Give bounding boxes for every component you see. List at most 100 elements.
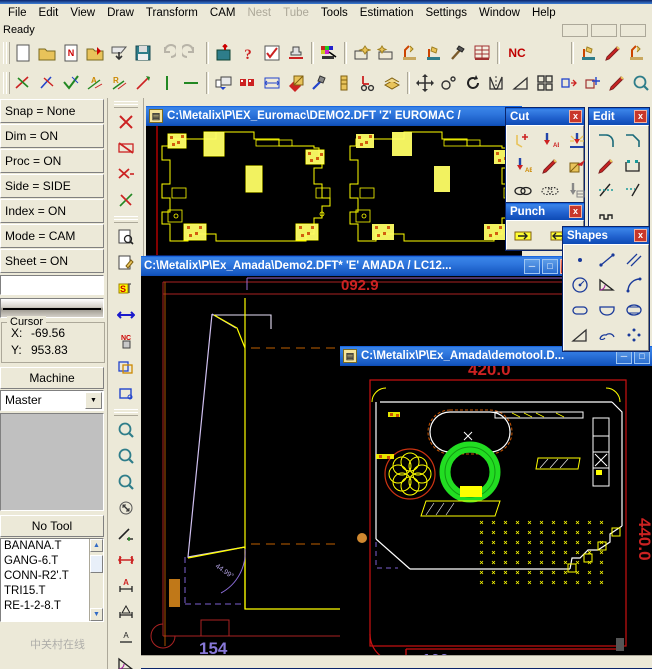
edit-sheet-icon[interactable] <box>113 250 139 276</box>
query-icon[interactable]: ? <box>236 41 260 65</box>
ruler-icon[interactable] <box>332 71 356 95</box>
parallel-lines-icon[interactable] <box>621 248 647 272</box>
open-folder-icon[interactable] <box>35 41 59 65</box>
double-d-icon[interactable] <box>621 298 647 322</box>
menu-item-estimation[interactable]: Estimation <box>354 5 420 22</box>
line-icon[interactable] <box>594 248 620 272</box>
maximize-button[interactable]: □ <box>542 258 558 274</box>
palette-titlebar[interactable]: Punch x <box>506 203 584 220</box>
toolbar-grip[interactable] <box>113 408 139 416</box>
tab-icon[interactable] <box>593 204 619 228</box>
import-icon[interactable] <box>107 41 131 65</box>
extend-icon[interactable] <box>620 179 646 203</box>
transform-icon[interactable] <box>581 71 605 95</box>
bend-icon[interactable] <box>577 41 601 65</box>
cut-abc-up-icon[interactable]: ABC <box>510 154 536 178</box>
cut-burst-icon[interactable] <box>564 129 590 153</box>
line-angle-icon[interactable] <box>35 71 59 95</box>
close-icon[interactable]: x <box>569 205 582 218</box>
chevron-down-icon[interactable]: ▼ <box>85 392 102 409</box>
wrench-icon[interactable] <box>308 71 332 95</box>
flip-h-icon[interactable] <box>113 302 139 328</box>
cad-canvas-demotool[interactable]: 420.0 440.0 100 <box>340 366 652 668</box>
checklist-icon[interactable] <box>260 41 284 65</box>
chain-dotted-icon[interactable] <box>537 179 563 203</box>
delete-cut-icon[interactable] <box>113 109 139 135</box>
point-icon[interactable] <box>567 248 593 272</box>
new-file-icon[interactable] <box>11 41 35 65</box>
part-icon[interactable] <box>113 380 139 406</box>
delete-line-icon[interactable] <box>113 187 139 213</box>
unfold-icon[interactable] <box>625 41 649 65</box>
palette-titlebar[interactable]: Shapes x <box>563 227 649 244</box>
cut-hatch-arrow-icon[interactable] <box>564 154 590 178</box>
menu-item-help[interactable]: Help <box>526 5 562 22</box>
stamp-icon[interactable] <box>284 41 308 65</box>
toggle-button-sheet[interactable]: Sheet = ON <box>0 249 104 273</box>
cut-hatch-pen-icon[interactable] <box>537 154 563 178</box>
cut-lead-in-icon[interactable] <box>510 129 536 153</box>
trapezoid-icon[interactable] <box>509 71 533 95</box>
cut-abc-down-icon[interactable]: ABC <box>537 129 563 153</box>
punch-right-icon[interactable] <box>510 224 536 248</box>
palette-edit[interactable]: Edit x <box>588 107 650 233</box>
menu-item-draw[interactable]: Draw <box>101 5 140 22</box>
monitor-icon[interactable] <box>212 71 236 95</box>
cad-canvas-euromac[interactable] <box>146 126 522 255</box>
magic-rect-icon[interactable] <box>350 41 374 65</box>
cut-down-grid-icon[interactable] <box>564 179 590 203</box>
nc-label-icon[interactable]: NC <box>503 41 531 65</box>
bolt-pattern-icon[interactable] <box>621 323 647 347</box>
rectangle-icon[interactable] <box>594 273 620 297</box>
toolbar-grip[interactable] <box>2 41 10 65</box>
fillet-icon[interactable] <box>593 129 619 153</box>
menu-item-view[interactable]: View <box>64 5 101 22</box>
toggle-button-mode[interactable]: Mode = CAM <box>0 224 104 248</box>
d-shape-icon[interactable] <box>594 298 620 322</box>
zoom-extents-icon[interactable] <box>113 443 139 469</box>
zoom-window-icon[interactable] <box>113 417 139 443</box>
bend-icon[interactable] <box>422 41 446 65</box>
pan-icon[interactable] <box>113 495 139 521</box>
list-item[interactable]: BANANA.T <box>1 539 103 554</box>
zoom-icon[interactable] <box>629 71 652 95</box>
toggle-button-side[interactable]: Side = SIDE <box>0 174 104 198</box>
unfold-icon[interactable] <box>398 41 422 65</box>
menu-item-file[interactable]: File <box>2 5 33 22</box>
trapezoid-shape-icon[interactable] <box>567 323 593 347</box>
vertical-scrollbar[interactable]: ▲ ▼ <box>89 539 103 621</box>
dim-linear-icon[interactable] <box>113 547 139 573</box>
mdi-window-demotool[interactable]: ▤ C:\Metalix\P\Ex_Amada\demotool.D... ─ … <box>340 346 652 669</box>
machine-button[interactable]: Machine <box>0 367 104 389</box>
bridge-icon[interactable] <box>594 323 620 347</box>
notch-open-icon[interactable] <box>593 154 619 178</box>
angle-icon[interactable] <box>113 651 139 669</box>
color-palette-icon[interactable] <box>317 41 341 65</box>
menu-item-tools[interactable]: Tools <box>315 5 354 22</box>
palette-shapes[interactable]: Shapes x <box>562 226 650 352</box>
palette-titlebar[interactable]: Cut x <box>506 108 584 125</box>
pointer-line-icon[interactable] <box>131 71 155 95</box>
obround-icon[interactable] <box>567 298 593 322</box>
copy-part-icon[interactable] <box>113 354 139 380</box>
four-squares-icon[interactable] <box>533 71 557 95</box>
dim-in-icon[interactable] <box>113 599 139 625</box>
toggle-button-proc[interactable]: Proc = ON <box>0 149 104 173</box>
delete-box-icon[interactable] <box>113 135 139 161</box>
new-nc-icon[interactable]: N <box>59 41 83 65</box>
zoom-prev-icon[interactable] <box>113 469 139 495</box>
mirror-icon[interactable] <box>485 71 509 95</box>
notch-closed-icon[interactable] <box>620 154 646 178</box>
scissors-icon[interactable] <box>356 71 380 95</box>
scroll-down-icon[interactable]: ▼ <box>90 608 103 621</box>
horizontal-bar-icon[interactable] <box>179 71 203 95</box>
toggle-button-dim[interactable]: Dim = ON <box>0 124 104 148</box>
circle-icon[interactable] <box>567 273 593 297</box>
delete-point-icon[interactable] <box>113 161 139 187</box>
layers-icon[interactable] <box>380 71 404 95</box>
radius-text-icon[interactable]: R <box>107 71 131 95</box>
move-icon[interactable] <box>413 71 437 95</box>
close-icon[interactable]: x <box>634 110 647 123</box>
hammer-icon[interactable] <box>446 41 470 65</box>
palette-cut[interactable]: Cut x ABC ABC <box>505 107 585 208</box>
